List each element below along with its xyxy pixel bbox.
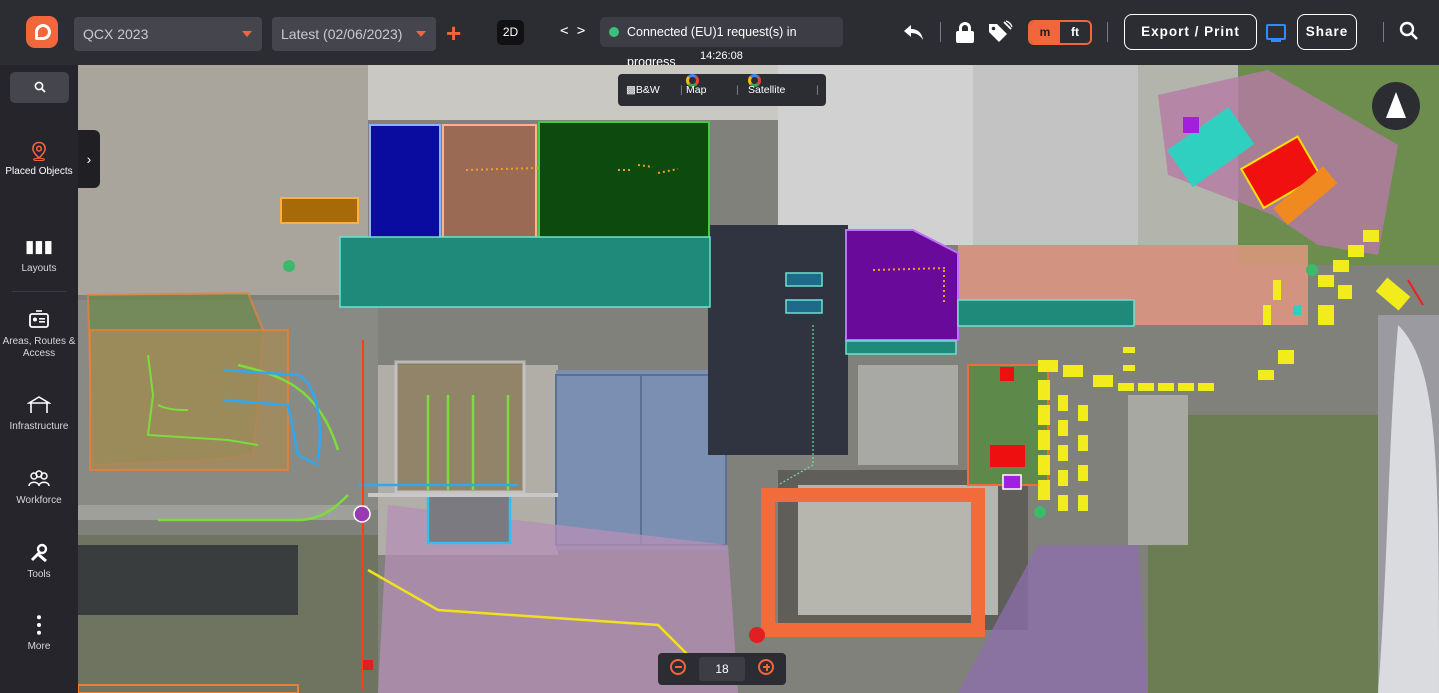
map-type-satellite-label: Satellite [748,84,786,96]
sidebar-item-label: Workforce [16,495,62,506]
chevron-down-icon [416,31,426,37]
zoom-in-button[interactable] [758,659,774,675]
divider [1383,22,1384,42]
units-toggle[interactable]: m ft [1028,20,1092,45]
clock: 14:26:08 [700,50,743,62]
divider: | [736,84,739,96]
map-type-switcher: ▩ B&W | Map | Satellite | [618,74,826,106]
sidebar-item-label: Layouts [21,263,57,274]
sidebar: Placed Objects ▮▮▮ Layouts Areas, Routes… [0,65,78,693]
map-type-bw-option[interactable]: ▩ B&W [626,74,660,106]
sidebar-item-label: Tools [27,569,51,580]
connection-status: Connected (EU)1 request(s) in progress [600,17,843,69]
zoom-out-button[interactable] [670,659,686,675]
units-imperial-option[interactable]: ft [1060,22,1090,43]
chevron-down-icon [242,31,252,37]
zoom-control: 18 [658,653,786,685]
sidebar-item-tools[interactable]: Tools [0,543,78,581]
map-type-map-label: Map [686,84,707,96]
sidebar-item-label: Placed Objects [5,166,73,177]
sidebar-search-button[interactable] [10,72,69,103]
app-logo-icon[interactable] [26,16,58,48]
top-bar: QCX 2023 Latest (02/06/2023) + 2D < > Co… [0,0,1439,69]
sidebar-item-more[interactable]: More [0,615,78,653]
add-button[interactable]: + [446,20,461,46]
sidebar-item-label: Areas, Routes & Access [2,336,76,359]
map-canvas[interactable] [78,65,1439,693]
monitor-icon[interactable] [1266,24,1286,42]
people-icon [28,470,50,487]
map-type-bw-label: B&W [635,84,660,96]
zoom-level-field[interactable]: 18 [699,657,745,681]
tag-icon[interactable] [987,20,1013,44]
compass-north-icon[interactable] [1372,82,1420,130]
version-select-value: Latest (02/06/2023) [281,26,403,42]
connection-status-text: Connected (EU)1 request(s) in progress [627,25,797,69]
satellite-map[interactable] [78,65,1439,693]
id-card-icon [29,310,49,328]
units-metric-option[interactable]: m [1030,22,1060,43]
tools-icon [30,543,48,563]
export-print-button[interactable]: Export / Print [1124,14,1257,50]
divider [12,291,66,292]
code-toggle-button[interactable]: < > [560,23,585,39]
project-select-value: QCX 2023 [83,26,149,42]
sidebar-item-workforce[interactable]: Workforce [0,469,78,507]
map-pin-icon [32,141,46,161]
layouts-icon: ▮▮▮ [24,237,54,256]
tent-icon [27,396,51,413]
sidebar-item-infrastructure[interactable]: Infrastructure [0,395,78,433]
view-mode-2d-button[interactable]: 2D [497,20,524,45]
sidebar-item-label: More [27,641,51,652]
sidebar-item-areas-routes-access[interactable]: Areas, Routes & Access [0,310,78,360]
dots-vertical-icon [37,615,41,635]
divider [940,22,941,42]
sidebar-item-layouts[interactable]: ▮▮▮ Layouts [0,237,78,275]
sidebar-item-placed-objects[interactable]: Placed Objects [0,141,78,178]
status-dot-icon [609,27,619,37]
panel-expand-button[interactable]: › [78,130,100,188]
sidebar-item-label: Infrastructure [9,421,69,432]
lock-icon[interactable] [956,22,974,43]
search-icon [34,81,46,93]
undo-icon[interactable] [901,19,925,45]
version-select[interactable]: Latest (02/06/2023) [272,17,436,51]
divider: | [816,84,819,96]
search-icon[interactable] [1399,21,1419,41]
share-button[interactable]: Share [1297,14,1357,50]
divider: | [680,84,683,96]
project-select[interactable]: QCX 2023 [74,17,262,51]
divider [1107,22,1108,42]
